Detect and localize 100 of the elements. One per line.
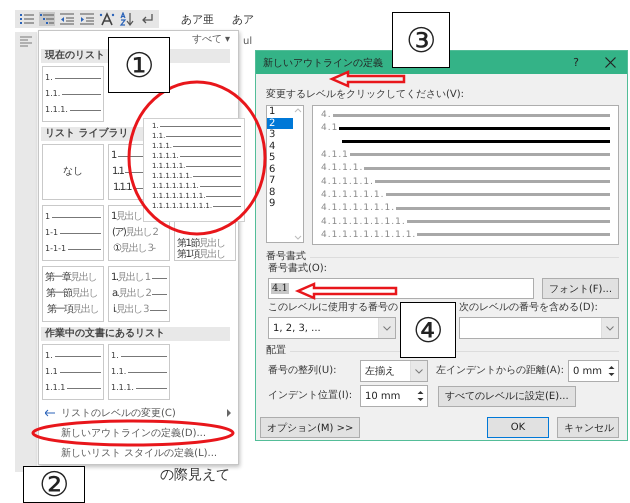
bullet-list-icon[interactable] xyxy=(19,12,35,26)
thumbnail-label: 1. xyxy=(45,72,53,84)
step-number-label: ② xyxy=(23,466,85,503)
preview-number: 4.1 xyxy=(321,123,338,134)
preview-number: 4.1.1.1.1. xyxy=(321,176,374,187)
thumbnail-label: 第一項見出し xyxy=(47,304,98,316)
step-number-label: ③ xyxy=(392,12,450,68)
field-label: このレベルに使用する番号の xyxy=(268,302,398,313)
dialog-title: 新しいアウトラインの定義 xyxy=(263,56,384,70)
cancel-button[interactable]: キャンセル xyxy=(557,417,619,438)
step-number-label: ④ xyxy=(400,302,456,358)
thumbnail-label: 第一章見出し xyxy=(45,272,96,284)
level-item[interactable]: 5 xyxy=(267,152,293,164)
menu-item[interactable]: 新しいアウトラインの定義(D)... xyxy=(41,423,238,443)
level-item[interactable]: 4 xyxy=(267,140,293,152)
preview-number: 4.1.1 xyxy=(321,150,349,160)
thumbnail-label: 1.1 xyxy=(112,166,124,178)
list-style-thumbnail[interactable]: 1. 1.1. 1.1.1. xyxy=(42,66,104,122)
style-sample[interactable]: あア亜 xyxy=(181,12,214,26)
section-title: 番号書式 xyxy=(266,251,306,262)
set-all-levels-button[interactable]: すべてのレベルに設定(E)... xyxy=(438,386,576,406)
level-item[interactable]: 7 xyxy=(267,175,293,186)
thumbnail-label: 1.見出し 1 xyxy=(111,272,150,284)
thumbnail-label: 第1節見出し xyxy=(177,238,224,249)
text-fragment: ul xyxy=(243,36,252,47)
section-header: 作業中の文書にあるリスト xyxy=(41,327,230,341)
thumbnail-label: 1-1-1 xyxy=(45,243,66,255)
list-style-thumbnail[interactable]: 第一章見出し 第一節見出し 第一項見出し xyxy=(42,266,104,322)
thumbnail-label: なし xyxy=(63,166,83,178)
list-style-thumbnail[interactable]: 1. 1.1 1.1.1 xyxy=(42,344,104,400)
text-spacing-icon[interactable] xyxy=(99,12,115,26)
list-style-thumbnail[interactable]: 1.見出し 1 a.見出し 2 i.見出し 3 xyxy=(108,266,170,322)
level-item[interactable]: 8 xyxy=(267,186,293,198)
options-button[interactable]: オプション(M) >> xyxy=(260,417,360,438)
filter-dropdown[interactable]: すべて ▾ xyxy=(192,33,230,47)
preview-number: 4.1.1.1.1.1.1. xyxy=(321,203,396,214)
multilevel-list-icon[interactable] xyxy=(39,12,55,26)
alignment-dropdown[interactable]: 左揃え xyxy=(360,360,428,382)
thumbnail-label: a.見出し 2 xyxy=(112,288,150,300)
preview-number: 4. xyxy=(321,110,332,120)
sort-icon[interactable] xyxy=(119,12,135,26)
thumbnail-label: 1.1 xyxy=(45,366,58,378)
thumbnail-label: 1.1. xyxy=(45,88,60,100)
thumbnail-label: 1. xyxy=(111,350,119,362)
help-button[interactable]: ? xyxy=(559,51,593,74)
number-style-dropdown[interactable]: 1, 2, 3, ... xyxy=(268,317,396,339)
level-item[interactable]: 6 xyxy=(267,164,293,175)
thumbnail-label: 1.1.1 xyxy=(113,182,131,194)
chevron-down-icon xyxy=(606,326,614,330)
level-item[interactable]: 1 xyxy=(267,106,293,118)
thumbnail-label: 1.1.1. xyxy=(111,382,134,394)
thumbnail-label: i.見出し 3 xyxy=(113,304,148,316)
level-change-icon xyxy=(45,409,55,417)
document-text: の際見えて xyxy=(160,466,230,484)
spin-arrows-icon xyxy=(607,364,616,378)
field-label: 次のレベルの番号を含める(D): xyxy=(459,302,598,314)
preview-number: 4.1.1.1.1.1.1.1.1. xyxy=(321,230,416,240)
thumbnail-label: 第1項見出し xyxy=(177,249,224,260)
chevron-down-icon xyxy=(415,368,423,374)
close-icon xyxy=(604,57,616,68)
thumbnail-label: (ア)見出し 2 xyxy=(112,227,158,239)
thumbnail-label: 1.1.1 xyxy=(45,382,66,394)
list-style-thumbnail[interactable]: 1 1-1 1-1-1 xyxy=(42,205,104,261)
font-button[interactable]: フォント(F)... xyxy=(542,278,619,299)
thumbnail-label: 1見出し xyxy=(111,211,142,223)
indent-increase-icon[interactable] xyxy=(79,12,95,26)
section-title: 配置 xyxy=(266,345,286,357)
field-label: インデント位置(I): xyxy=(268,390,354,402)
align-left-icon xyxy=(19,36,33,48)
step-number-label: ① xyxy=(108,37,170,93)
spin-field[interactable]: 0 mm xyxy=(568,360,619,382)
thumbnail-label: ①見出し 3- xyxy=(113,243,155,255)
menu-item[interactable]: 新しいリスト スタイルの定義(L)... xyxy=(41,443,238,463)
spin-field[interactable]: 10 mm xyxy=(360,385,428,407)
list-style-thumbnail[interactable]: 1. 1.1. 1.1.1. xyxy=(108,344,170,400)
thumbnail-label: 1. xyxy=(45,350,53,362)
spin-arrows-icon xyxy=(416,389,425,403)
ok-button[interactable]: OK xyxy=(487,417,549,438)
field-label: 変更するレベルをクリックしてください(V): xyxy=(266,89,466,101)
field-label: 番号の整列(U): xyxy=(268,365,338,377)
chevron-down-icon xyxy=(383,326,391,330)
thumbnail-label: 1 xyxy=(111,150,116,162)
level-item[interactable]: 2 xyxy=(267,118,293,129)
level-item[interactable]: 3 xyxy=(267,129,293,140)
submenu-arrow-icon xyxy=(226,409,232,417)
thumbnail-label: 1-1 xyxy=(45,227,58,239)
level-item[interactable]: 9 xyxy=(267,198,293,210)
field-label: 番号書式(O): xyxy=(268,263,328,275)
menu-item[interactable]: リストのレベルの変更(C) xyxy=(41,403,238,423)
preview-number: 4.1.1.1.1.1. xyxy=(321,190,385,200)
preview-number: 4.1.1.1.1.1.1.1. xyxy=(321,216,406,227)
indent-decrease-icon[interactable] xyxy=(59,12,75,26)
field-label: 左インデントからの距離(A): xyxy=(436,365,564,377)
style-sample[interactable]: あア xyxy=(232,12,254,26)
level-list[interactable]: 1 2 3 4 5 6 7 8 9 xyxy=(266,105,304,243)
thumbnail-label: 第一節見出し xyxy=(46,288,97,300)
list-style-thumbnail[interactable]: なし xyxy=(42,144,104,200)
preview-number: 4.1.1.1. xyxy=(321,163,364,174)
thumbnail-label: 1.1.1. xyxy=(45,104,68,116)
thumbnail-label: 1.1. xyxy=(111,366,126,378)
